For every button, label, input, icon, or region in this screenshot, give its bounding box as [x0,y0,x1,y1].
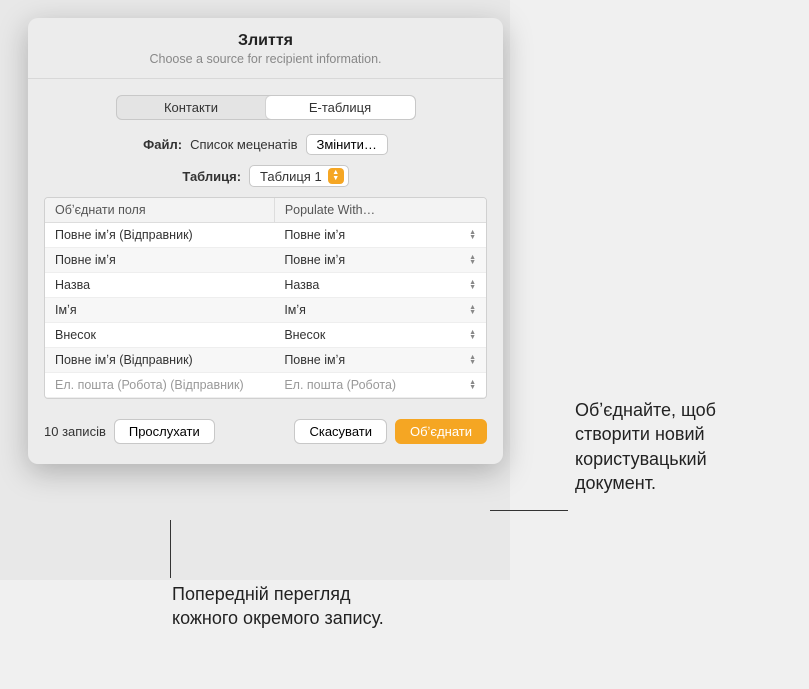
callout-line [490,510,568,511]
table-popup[interactable]: Таблиця 1 ▲▼ [249,165,349,187]
updown-icon: ▲▼ [469,230,476,240]
merge-button[interactable]: Обʼєднати [395,419,487,444]
records-count: 10 записів [44,424,106,439]
cancel-button[interactable]: Скасувати [294,419,387,444]
tab-contacts[interactable]: Контакти [117,96,266,119]
callout-preview: Попередній перегляд кожного окремого зап… [172,582,402,631]
updown-icon: ▲▼ [469,280,476,290]
updown-icon: ▲▼ [469,380,476,390]
mail-merge-dialog: Злиття Choose a source for recipient inf… [28,18,503,464]
table-row[interactable]: Повне імʼя (Відправник) Повне імʼя▲▼ [45,348,486,373]
file-name: Список меценатів [190,137,297,152]
table-popup-value: Таблиця 1 [260,169,322,184]
updown-icon: ▲▼ [469,330,476,340]
callout-line [170,520,171,578]
updown-icon: ▲▼ [469,255,476,265]
file-row: Файл: Список меценатів Змінити… [28,134,503,155]
table-row[interactable]: Імʼя Імʼя▲▼ [45,298,486,323]
dialog-footer: 10 записів Прослухати Скасувати Обʼєднат… [28,399,503,448]
tab-spreadsheet[interactable]: Е-таблиця [266,96,415,119]
change-file-button[interactable]: Змінити… [306,134,388,155]
table-row[interactable]: Повне імʼя Повне імʼя▲▼ [45,248,486,273]
table-select-row: Таблиця: Таблиця 1 ▲▼ [28,165,503,187]
table-row[interactable]: Повне імʼя (Відправник) Повне імʼя▲▼ [45,223,486,248]
updown-icon: ▲▼ [328,168,344,184]
col-populate-with[interactable]: Populate With… [274,198,486,223]
preview-button[interactable]: Прослухати [114,419,215,444]
dialog-header: Злиття Choose a source for recipient inf… [28,18,503,79]
dialog-title: Злиття [44,32,487,50]
table-label: Таблиця: [182,169,241,184]
table-row[interactable]: Внесок Внесок▲▼ [45,323,486,348]
source-segmented-control[interactable]: Контакти Е-таблиця [116,95,416,120]
file-label: Файл: [143,137,182,152]
merge-fields-table: Обʼєднати поля Populate With… Повне імʼя… [44,197,487,399]
updown-icon: ▲▼ [469,305,476,315]
updown-icon: ▲▼ [469,355,476,365]
table-row[interactable]: Ел. пошта (Робота) (Відправник) Ел. пошт… [45,373,486,398]
callout-merge: Обʼєднайте, щоб створити новий користува… [575,398,785,495]
table-row[interactable]: Назва Назва▲▼ [45,273,486,298]
dialog-subtitle: Choose a source for recipient informatio… [44,52,487,66]
col-merge-fields[interactable]: Обʼєднати поля [45,198,274,223]
